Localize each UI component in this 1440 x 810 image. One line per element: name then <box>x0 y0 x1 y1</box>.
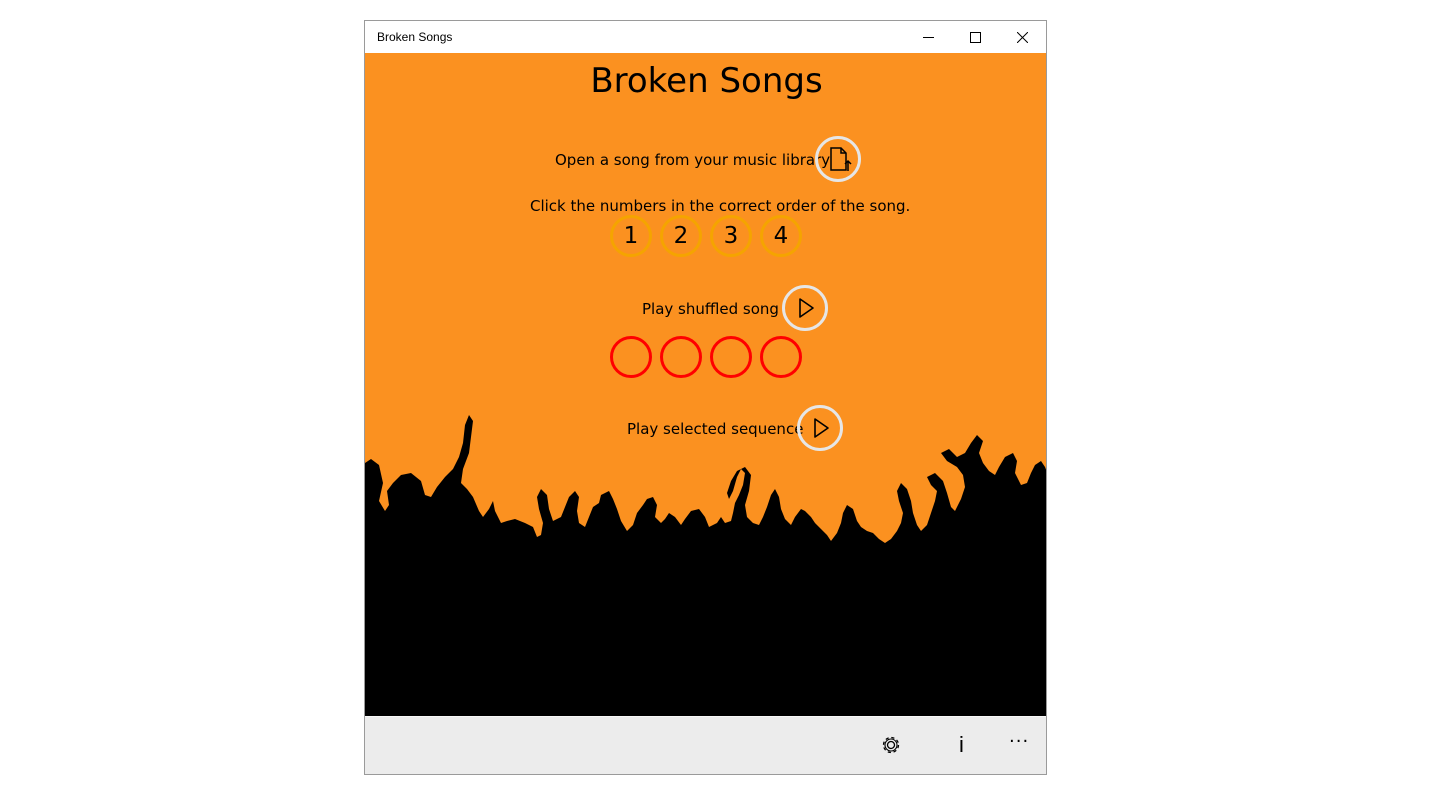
open-file-icon <box>830 147 852 171</box>
selection-slot-3[interactable] <box>710 336 752 378</box>
crowd-silhouette-image <box>365 415 1046 716</box>
gear-icon <box>882 736 900 754</box>
more-icon: ··· <box>1009 731 1030 752</box>
close-icon <box>1017 32 1028 43</box>
window-title: Broken Songs <box>377 30 453 44</box>
more-button[interactable]: ··· <box>1005 727 1041 763</box>
info-icon: i <box>959 732 964 757</box>
minimize-button[interactable] <box>905 21 952 53</box>
open-song-button[interactable] <box>815 136 861 182</box>
close-button[interactable] <box>999 21 1046 53</box>
selection-slot-4[interactable] <box>760 336 802 378</box>
play-icon <box>799 298 814 318</box>
game-area: Broken Songs Open a song from your music… <box>365 53 1046 716</box>
play-shuffled-button[interactable] <box>782 285 828 331</box>
app-window: Broken Songs Broken Songs Open a song fr… <box>364 20 1047 775</box>
settings-button[interactable] <box>873 727 909 763</box>
maximize-icon <box>970 32 981 43</box>
command-bar: i ··· <box>365 716 1046 774</box>
minimize-icon <box>923 37 934 38</box>
play-shuffled-label: Play shuffled song <box>642 300 779 318</box>
number-button-4[interactable]: 4 <box>760 215 802 257</box>
selection-slot-2[interactable] <box>660 336 702 378</box>
number-button-1[interactable]: 1 <box>610 215 652 257</box>
open-song-label: Open a song from your music library <box>555 151 831 169</box>
info-button[interactable]: i <box>945 727 981 763</box>
title-bar[interactable]: Broken Songs <box>365 21 1046 53</box>
number-button-2[interactable]: 2 <box>660 215 702 257</box>
number-button-3[interactable]: 3 <box>710 215 752 257</box>
selection-slot-1[interactable] <box>610 336 652 378</box>
maximize-button[interactable] <box>952 21 999 53</box>
instructions-text: Click the numbers in the correct order o… <box>530 197 911 215</box>
page-title: Broken Songs <box>590 61 823 101</box>
